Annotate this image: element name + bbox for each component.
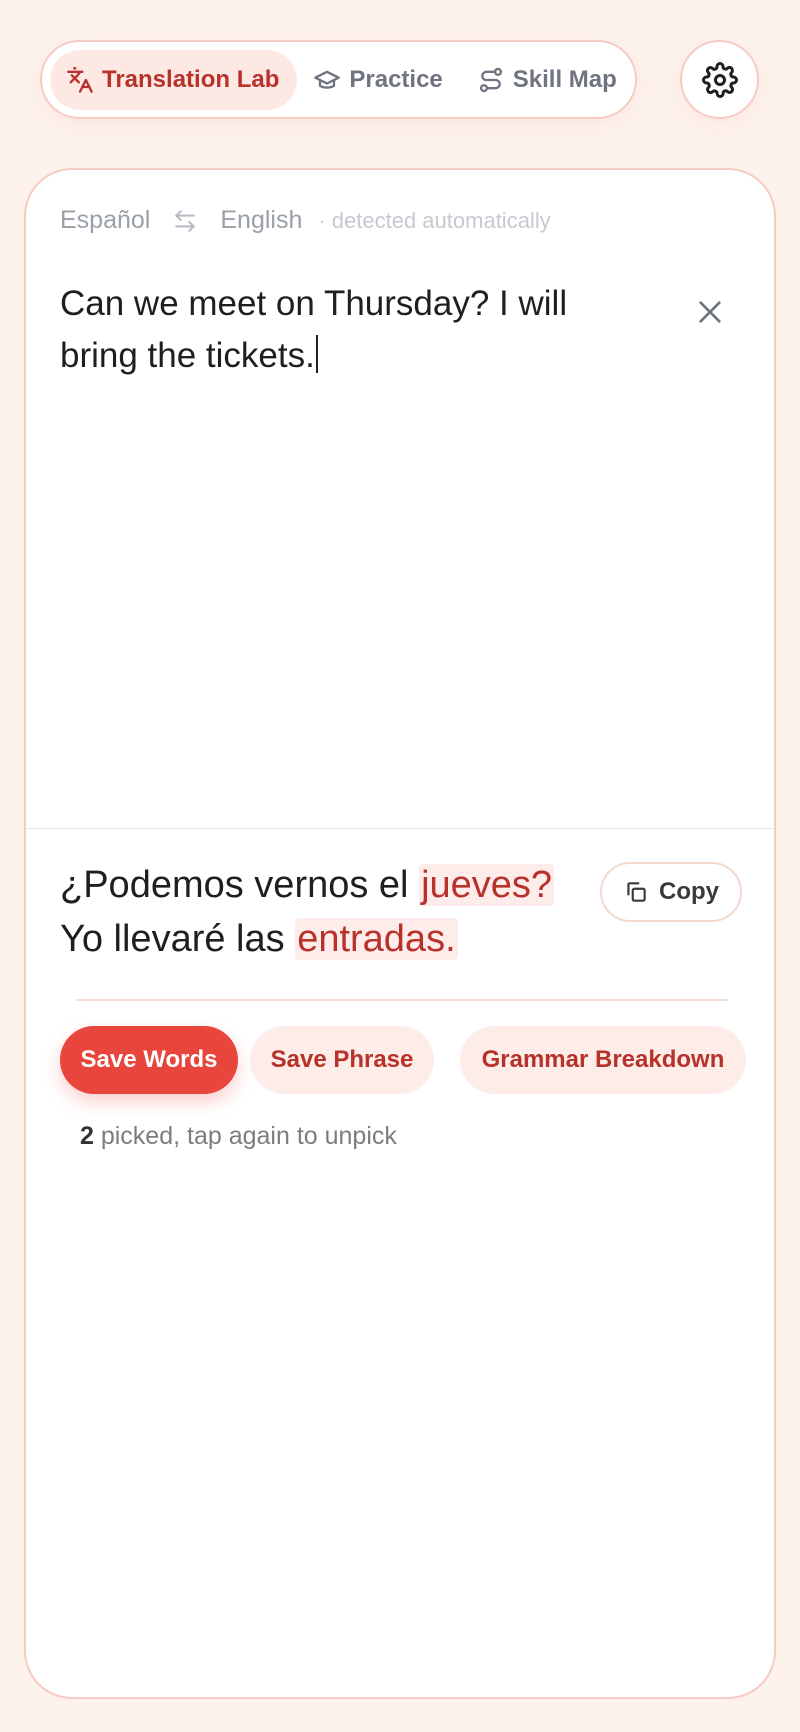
close-icon [694,296,726,328]
copy-button[interactable]: Copy [600,862,742,922]
picked-hint: picked, tap again to unpick [93,1122,397,1150]
picked-count: 2 [80,1122,94,1150]
save-phrase-button[interactable]: Save Phrase [250,1026,434,1094]
grammar-breakdown-button[interactable]: Grammar Breakdown [460,1026,746,1094]
save-words-button[interactable]: Save Words [60,1026,238,1094]
translation-output: ¿Podemos vernos el jueves? Yo llevaré la… [60,858,600,966]
output-line1-text: ¿Podemos vernos el [60,864,420,906]
translate-icon [66,66,94,94]
swap-languages-icon[interactable] [172,208,198,234]
tab-skill-map[interactable]: Skill Map [461,50,635,110]
copy-icon [623,879,659,905]
tab-translation-lab[interactable]: Translation Lab [50,49,298,110]
section-divider [26,828,774,829]
translation-card: Español English · detected automatically… [24,168,776,1699]
graduation-cap-icon [313,66,341,94]
source-input[interactable]: Can we meet on Thursday? I will bring th… [60,278,620,382]
detected-note: · detected automatically [318,207,551,233]
language-selector: Español English · detected automatically [60,206,551,235]
tab-practice[interactable]: Practice [297,50,460,110]
target-language[interactable]: English [220,206,302,235]
gear-icon [701,61,738,98]
picked-word-jueves[interactable]: jueves? [419,864,555,906]
tab-practice-label: Practice [349,65,443,93]
route-icon [477,66,505,94]
source-language[interactable]: Español [60,206,150,235]
text-caret [315,335,318,373]
copy-button-label: Copy [659,878,719,905]
source-input-text: Can we meet on Thursday? I will bring th… [60,284,568,375]
top-nav: Translation Lab Practice Skill Map [40,40,637,119]
picked-status: 2 picked, tap again to unpick [80,1122,397,1151]
output-line2-text: Yo llevaré las [60,918,296,960]
actions-divider [76,999,728,1001]
picked-word-entradas[interactable]: entradas. [295,918,458,960]
settings-button[interactable] [680,40,759,119]
tab-translation-lab-label: Translation Lab [102,65,280,93]
tab-skill-map-label: Skill Map [512,65,617,93]
action-buttons: Save Words Save Phrase Grammar Breakdown [60,1026,746,1094]
clear-input-button[interactable] [690,292,730,332]
